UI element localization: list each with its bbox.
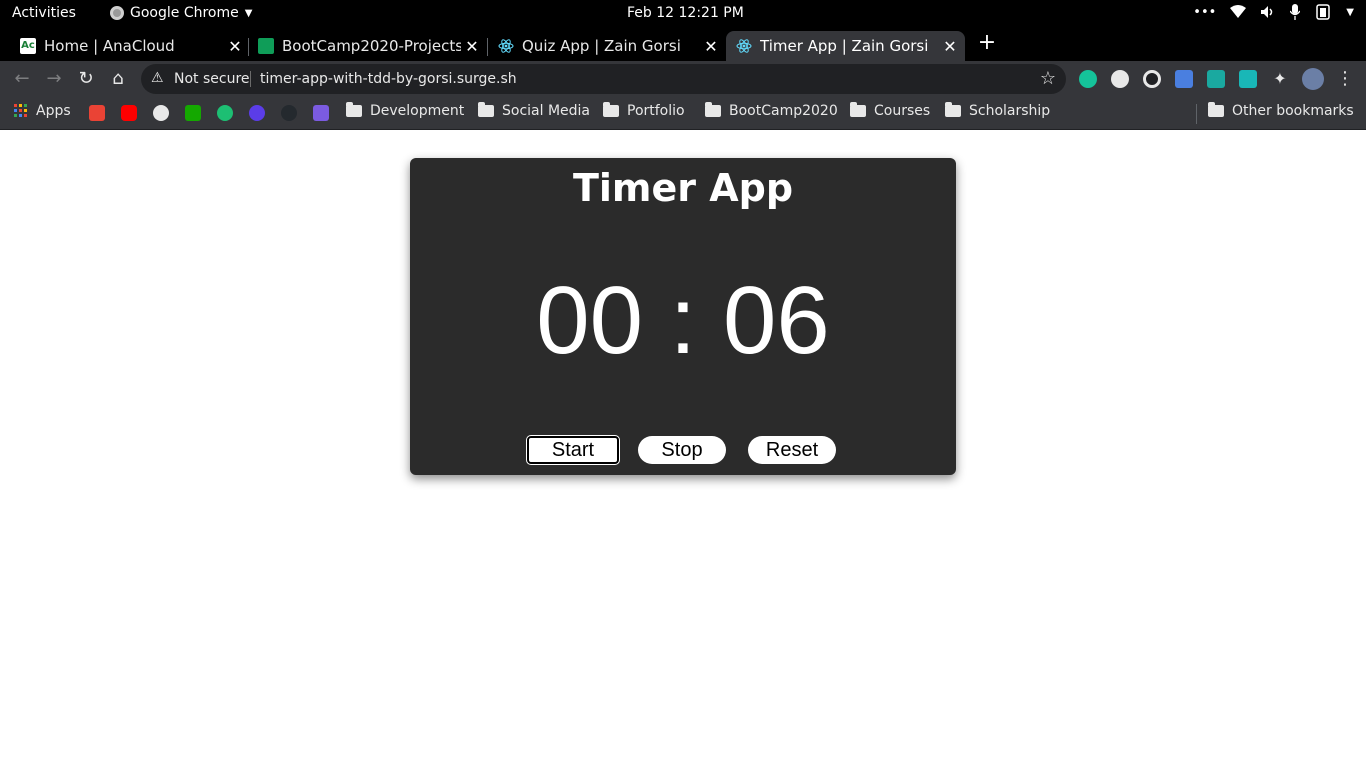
- more-icon[interactable]: •••: [1193, 5, 1216, 20]
- url-text[interactable]: timer-app-with-tdd-by-gorsi.surge.sh: [260, 71, 517, 87]
- coursera-icon[interactable]: [249, 105, 265, 121]
- folder-icon: [478, 102, 494, 117]
- bookmark-label: Courses: [874, 103, 931, 119]
- upwork-icon[interactable]: [185, 105, 201, 121]
- app-menu[interactable]: Google Chrome ▼: [110, 5, 252, 21]
- globe-icon[interactable]: [153, 105, 169, 121]
- bookmark-folder-social-media[interactable]: Social Media: [478, 102, 591, 119]
- tab-quiz-app[interactable]: Quiz App | Zain Gorsi ✕: [488, 31, 726, 61]
- folder-icon: [850, 102, 866, 117]
- new-tab-button[interactable]: +: [976, 31, 998, 55]
- close-icon[interactable]: ✕: [461, 37, 483, 56]
- bookmark-folder-courses[interactable]: Courses: [850, 102, 931, 119]
- bookmark-apps[interactable]: Apps: [14, 103, 71, 119]
- tab-timer-app[interactable]: Timer App | Zain Gorsi ✕: [726, 31, 965, 61]
- reload-icon[interactable]: ↻: [74, 67, 98, 91]
- address-bar[interactable]: ⚠ Not secure timer-app-with-tdd-by-gorsi…: [141, 64, 1066, 94]
- extensions-puzzle-icon[interactable]: ✦: [1271, 70, 1289, 88]
- bookmark-folder-development[interactable]: Development: [346, 102, 465, 119]
- bookmark-label: Other bookmarks: [1232, 103, 1354, 119]
- sheets-icon: [258, 38, 274, 54]
- stop-button[interactable]: Stop: [638, 436, 726, 464]
- anacloud-icon: Ac: [20, 38, 36, 54]
- system-tray[interactable]: ••• ▼: [1193, 4, 1354, 20]
- bookmark-label: Social Media: [502, 103, 591, 119]
- bookmark-folder-portfolio[interactable]: Portfolio: [603, 102, 685, 119]
- back-icon[interactable]: ←: [10, 67, 34, 91]
- folder-icon: [945, 102, 961, 117]
- github-icon[interactable]: [281, 105, 297, 121]
- grammarly-icon[interactable]: [1079, 70, 1097, 88]
- tab-title: BootCamp2020-Projects b: [282, 37, 461, 55]
- browser-toolbar: ← → ↻ ⌂ ⚠ Not secure timer-app-with-tdd-…: [0, 61, 1366, 97]
- gmail-icon[interactable]: [89, 105, 105, 121]
- forward-icon[interactable]: →: [42, 67, 66, 91]
- discord-icon[interactable]: [313, 105, 329, 121]
- bookmark-label: Apps: [36, 103, 71, 119]
- tab-strip: Ac Home | AnaCloud ✕ BootCamp2020-Projec…: [0, 27, 1366, 61]
- extension-ring-icon[interactable]: [1143, 70, 1161, 88]
- system-top-bar: Activities Google Chrome ▼ Feb 12 12:21 …: [0, 0, 1366, 27]
- folder-icon: [705, 102, 721, 117]
- home-icon[interactable]: ⌂: [106, 67, 130, 91]
- folder-icon: [346, 102, 362, 117]
- clock[interactable]: Feb 12 12:21 PM: [627, 5, 744, 21]
- close-icon[interactable]: ✕: [224, 37, 246, 56]
- timer-display: 00 : 06: [410, 266, 956, 376]
- bookmark-label: Development: [370, 103, 465, 119]
- bookmark-label: Scholarship: [969, 103, 1051, 119]
- close-icon[interactable]: ✕: [939, 37, 961, 56]
- reset-button[interactable]: Reset: [748, 436, 836, 464]
- tab-separator: [248, 38, 249, 56]
- bookmarks-bar: Apps Development Social Media Portfolio …: [0, 97, 1366, 130]
- bookmark-other-bookmarks[interactable]: Other bookmarks: [1208, 102, 1354, 119]
- wifi-icon[interactable]: [1230, 5, 1247, 19]
- bookmark-folder-scholarship[interactable]: Scholarship: [945, 102, 1051, 119]
- react-icon: [736, 39, 752, 53]
- extension-circle-icon[interactable]: [1111, 70, 1129, 88]
- folder-icon: [603, 102, 619, 117]
- folder-icon: [1208, 102, 1224, 117]
- system-menu-caret-icon[interactable]: ▼: [1346, 7, 1354, 18]
- microphone-icon[interactable]: [1290, 4, 1301, 20]
- tab-bootcamp[interactable]: BootCamp2020-Projects b ✕: [250, 31, 487, 61]
- tab-anacloud[interactable]: Ac Home | AnaCloud ✕: [0, 31, 250, 61]
- start-button[interactable]: Start: [526, 435, 620, 465]
- tab-title: Timer App | Zain Gorsi: [760, 37, 929, 55]
- react-icon: [498, 39, 514, 53]
- profile-avatar[interactable]: [1302, 68, 1324, 90]
- timer-seconds: 06: [723, 267, 830, 374]
- bookmarks-separator: [1196, 104, 1197, 124]
- menu-icon[interactable]: ⋮: [1333, 67, 1357, 91]
- bookmark-star-icon[interactable]: ☆: [1040, 68, 1056, 89]
- bookmark-folder-bootcamp2020[interactable]: BootCamp2020: [705, 102, 838, 119]
- security-label[interactable]: Not secure: [174, 71, 250, 87]
- page-title: Timer App: [572, 166, 794, 210]
- activities-button[interactable]: Activities: [12, 5, 76, 21]
- youtube-icon[interactable]: [121, 105, 137, 121]
- chrome-icon: [110, 6, 124, 20]
- volume-icon[interactable]: [1260, 5, 1276, 19]
- app-menu-label: Google Chrome: [130, 5, 239, 21]
- timer-minutes: 00: [536, 267, 643, 374]
- tab-title: Home | AnaCloud: [44, 37, 175, 55]
- warning-icon[interactable]: ⚠: [151, 70, 164, 86]
- caret-down-icon: ▼: [244, 7, 253, 19]
- timer-separator: :: [669, 267, 697, 374]
- battery-icon[interactable]: [1314, 4, 1332, 20]
- bookmark-label: BootCamp2020: [729, 103, 838, 119]
- apps-grid-icon: [14, 104, 27, 117]
- close-icon[interactable]: ✕: [700, 37, 722, 56]
- google-translate-icon[interactable]: [1175, 70, 1193, 88]
- extension-share-icon[interactable]: [1239, 70, 1257, 88]
- tab-title: Quiz App | Zain Gorsi: [522, 37, 681, 55]
- extension-square-icon[interactable]: [1207, 70, 1225, 88]
- fiverr-icon[interactable]: [217, 105, 233, 121]
- bookmark-label: Portfolio: [627, 103, 685, 119]
- timer-card: Timer App 00 : 06 Start Stop Reset: [410, 158, 956, 475]
- divider: [250, 71, 251, 87]
